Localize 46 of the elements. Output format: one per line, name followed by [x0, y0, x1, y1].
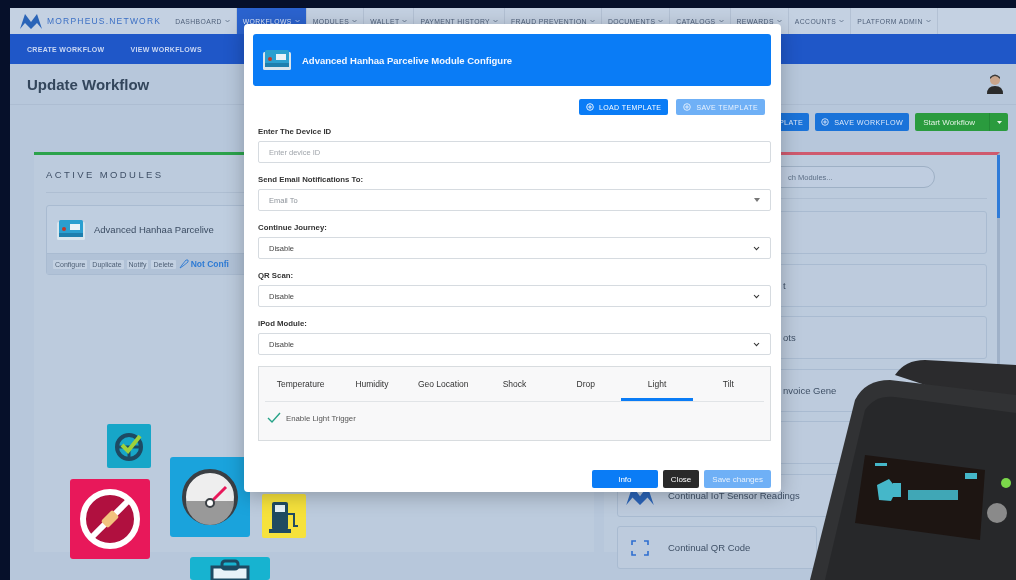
sensor-tab[interactable]: Geo Location [407, 367, 479, 401]
plus-circle-icon [683, 103, 692, 111]
caret-icon [658, 19, 664, 23]
caret-icon [589, 19, 595, 23]
caret-icon [925, 19, 931, 23]
parcel-device-icon [56, 218, 86, 241]
dialog-button[interactable]: Info [591, 470, 658, 488]
clipboard-icon [190, 557, 270, 580]
caret-icon [352, 19, 358, 23]
caret-icon [754, 198, 760, 202]
parcel-device-icon [262, 49, 292, 71]
brand-name: MORPHEUS.NETWORK [47, 16, 162, 26]
no-seatbelt-icon [70, 479, 150, 559]
module-name: Advanced Hanhaa Parcelive [94, 224, 214, 235]
start-workflow-button[interactable]: Start Workflow [915, 113, 1008, 131]
dialog-title: Advanced Hanhaa Parcelive Module Configure [302, 54, 513, 66]
sensor-tab[interactable]: Tilt [692, 367, 764, 401]
caret-icon [493, 19, 499, 23]
sensor-tab[interactable]: Temperature [265, 367, 337, 401]
sensor-tab[interactable]: Drop [550, 367, 622, 401]
fuel-pump-icon [262, 494, 306, 538]
caret-icon [776, 19, 782, 23]
dialog-button[interactable]: Close [662, 470, 700, 488]
caret-icon [224, 19, 230, 23]
status-link[interactable]: Not Confi [178, 259, 229, 269]
scrollbar[interactable] [997, 155, 1000, 218]
checkmark-icon[interactable] [267, 412, 281, 424]
plus-circle-icon [821, 118, 830, 126]
caret-icon [294, 19, 300, 23]
module-list-item[interactable]: Continual QR Code [617, 526, 817, 569]
steering-wheel-check-icon [107, 424, 151, 468]
chevron-down-icon [753, 245, 760, 251]
chevron-down-icon [753, 341, 760, 347]
caret-icon [402, 19, 408, 23]
sensor-tab[interactable]: Light [621, 367, 693, 401]
caret-icon [718, 19, 724, 23]
caret-icon [839, 19, 845, 23]
sensor-tab[interactable]: Shock [478, 367, 551, 401]
sensor-tab[interactable]: Humidity [336, 367, 408, 401]
page-title: Update Workflow [27, 75, 150, 93]
chevron-down-icon [753, 293, 760, 299]
logo-icon [20, 13, 42, 29]
plus-circle-icon [585, 103, 594, 111]
panel-title: ACTIVE MODULES [46, 169, 164, 180]
caret-icon [996, 120, 1002, 124]
avatar-icon[interactable] [986, 74, 1004, 94]
